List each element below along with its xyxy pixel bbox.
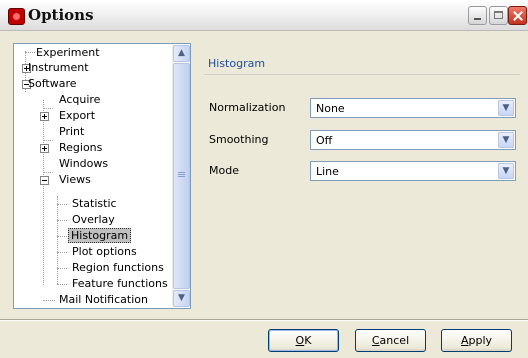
tree-item-instrument[interactable]: Instrument xyxy=(26,60,91,76)
mode-select[interactable]: Line ▼ xyxy=(310,161,516,181)
tree-line xyxy=(43,100,44,285)
chevron-down-icon[interactable]: ▼ xyxy=(498,100,514,116)
tree-item-mail-notification[interactable]: Mail Notification xyxy=(57,292,150,308)
tree-line xyxy=(57,268,67,269)
tree-item-regions[interactable]: Regions xyxy=(57,140,104,156)
mode-value: Line xyxy=(316,165,339,178)
tree-item-label: Feature functions xyxy=(72,277,168,290)
tree-line xyxy=(57,284,67,285)
tree-item-overlay[interactable]: Overlay xyxy=(70,212,117,228)
panel-title: Histogram xyxy=(208,57,266,70)
tree-item-label: Instrument xyxy=(28,61,89,74)
tree-item-label: Plot options xyxy=(72,245,137,258)
tree-line xyxy=(43,300,55,301)
cancel-button[interactable]: Cancel xyxy=(355,329,426,352)
tree-item-statistic[interactable]: Statistic xyxy=(70,196,119,212)
collapse-minus-icon[interactable] xyxy=(40,176,49,185)
expand-plus-icon[interactable] xyxy=(40,144,49,153)
tree-item-print[interactable]: Print xyxy=(57,124,86,140)
close-button[interactable] xyxy=(508,6,527,25)
chevron-down-icon[interactable]: ▼ xyxy=(498,163,514,179)
tree-item-export[interactable]: Export xyxy=(57,108,97,124)
tree-item-label: Statistic xyxy=(72,197,117,210)
scroll-up-arrow-icon[interactable]: ▲ xyxy=(173,45,190,62)
normalization-value: None xyxy=(316,102,345,115)
tree-item-region-functions[interactable]: Region functions xyxy=(70,260,166,276)
tree-line xyxy=(43,140,53,141)
tree-item-label: Regions xyxy=(59,141,103,154)
tree-line xyxy=(57,220,67,221)
minimize-button[interactable] xyxy=(468,6,487,25)
tree-item-label: Windows xyxy=(59,157,109,170)
normalization-select[interactable]: None ▼ xyxy=(310,98,516,118)
tree-line xyxy=(57,204,67,205)
cancel-label: ancel xyxy=(379,334,410,347)
apply-label: pply xyxy=(468,334,493,347)
tree-line xyxy=(57,252,67,253)
grip-line xyxy=(178,172,185,173)
tree-item-acquire[interactable]: Acquire xyxy=(57,92,102,108)
maximize-button[interactable] xyxy=(489,6,508,25)
apply-button[interactable]: Apply xyxy=(441,329,512,352)
tree-item-label: Experiment xyxy=(36,46,100,59)
normalization-label: Normalization xyxy=(209,101,286,114)
ok-label: K xyxy=(304,334,312,347)
tree-item-windows[interactable]: Windows xyxy=(57,156,110,172)
smoothing-select[interactable]: Off ▼ xyxy=(310,130,516,150)
tree-item-experiment[interactable]: Experiment xyxy=(34,45,102,61)
tree-line xyxy=(43,108,53,109)
grip-line xyxy=(178,176,185,177)
grip-line xyxy=(178,174,185,175)
tree-line xyxy=(57,196,58,284)
tree-scrollbar[interactable]: ▲ ▼ xyxy=(172,45,190,307)
tree-item-label: Histogram xyxy=(68,228,132,243)
footer-divider xyxy=(0,319,528,321)
ok-button[interactable]: OK xyxy=(268,329,339,352)
expand-plus-icon[interactable] xyxy=(40,112,49,121)
tree-item-label: Mail Notification xyxy=(59,293,148,306)
tree-item-feature-functions[interactable]: Feature functions xyxy=(70,276,170,292)
window-title: Options xyxy=(28,6,94,24)
tree-item-label: Export xyxy=(59,109,96,122)
chevron-down-icon[interactable]: ▼ xyxy=(498,132,514,148)
tree-line xyxy=(57,236,67,237)
tree-item-label: Views xyxy=(59,173,91,186)
ok-accelerator: O xyxy=(295,334,305,347)
tree-item-label: Region functions xyxy=(72,261,164,274)
title-bar[interactable]: Options xyxy=(0,0,528,31)
apply-accelerator: A xyxy=(460,334,469,347)
app-icon xyxy=(8,8,25,25)
mode-label: Mode xyxy=(209,164,239,177)
tree-item-software[interactable]: Software xyxy=(26,76,79,92)
tree-item-label: Acquire xyxy=(59,93,101,106)
options-tree[interactable]: Experiment Instrument Software Acquire E… xyxy=(13,43,191,309)
tree-item-views[interactable]: Views xyxy=(57,172,93,188)
panel-divider xyxy=(204,74,520,75)
smoothing-value: Off xyxy=(316,134,333,147)
scroll-down-arrow-icon[interactable]: ▼ xyxy=(173,290,190,307)
tree-item-plot-options[interactable]: Plot options xyxy=(70,244,139,260)
options-window: Options Experiment Instrument Software A… xyxy=(0,0,528,358)
tree-item-label: Software xyxy=(28,77,77,90)
tree-item-label: Print xyxy=(59,125,85,138)
smoothing-label: Smoothing xyxy=(209,133,269,146)
tree-line xyxy=(43,172,53,173)
cancel-accelerator: C xyxy=(371,334,380,347)
scroll-thumb[interactable] xyxy=(173,63,190,289)
tree-item-histogram[interactable]: Histogram xyxy=(68,228,132,244)
tree-item-label: Overlay xyxy=(72,213,115,226)
